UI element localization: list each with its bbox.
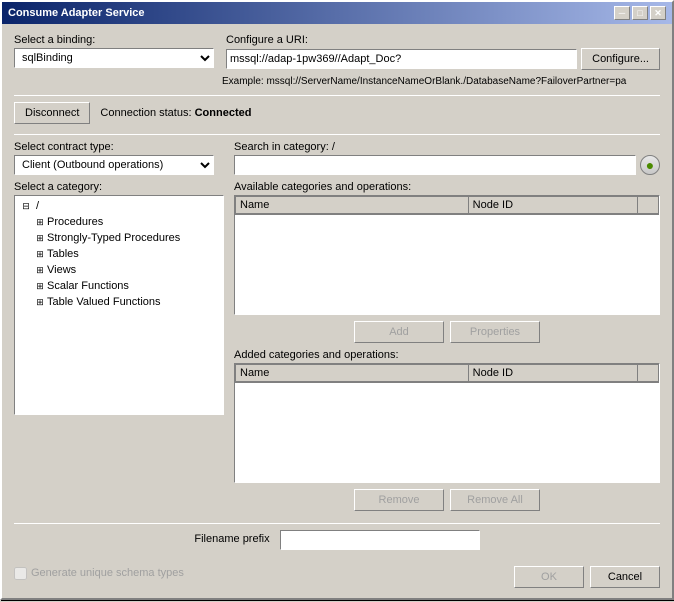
separator-3 <box>14 523 660 524</box>
tree-item-procedures[interactable]: ⊞ Procedures <box>17 214 221 230</box>
tree-root[interactable]: ⊟ / <box>17 198 221 214</box>
generate-checkbox-row: Generate unique schema types <box>14 567 184 580</box>
main-window: Consume Adapter Service ─ □ ✕ Select a b… <box>0 0 674 600</box>
category-label: Select a category: <box>14 181 224 193</box>
remove-row: Remove Remove All <box>234 489 660 511</box>
binding-label: Select a binding: <box>14 34 214 46</box>
ok-button[interactable]: OK <box>514 566 584 588</box>
disconnect-button[interactable]: Disconnect <box>14 102 90 124</box>
binding-select[interactable]: sqlBinding <box>14 48 214 68</box>
tree-item-label-table-valued: Table Valued Functions <box>47 296 161 308</box>
table-valued-expand-icon: ⊞ <box>33 295 47 309</box>
filename-input[interactable] <box>280 530 480 550</box>
strongly-typed-expand-icon: ⊞ <box>33 231 47 245</box>
search-label: Search in category: / <box>234 141 660 153</box>
tree-item-table-valued[interactable]: ⊞ Table Valued Functions <box>17 294 221 310</box>
maximize-button[interactable]: □ <box>632 6 648 20</box>
tree-item-label-tables: Tables <box>47 248 79 260</box>
connection-status-value: Connected <box>195 107 252 119</box>
available-col-name: Name <box>236 197 469 215</box>
add-button[interactable]: Add <box>354 321 444 343</box>
tree-item-scalar-functions[interactable]: ⊞ Scalar Functions <box>17 278 221 294</box>
remove-all-button[interactable]: Remove All <box>450 489 540 511</box>
tree-item-views[interactable]: ⊞ Views <box>17 262 221 278</box>
uri-label: Configure a URI: <box>226 34 660 46</box>
generate-checkbox[interactable] <box>14 567 27 580</box>
tree-item-strongly-typed[interactable]: ⊞ Strongly-Typed Procedures <box>17 230 221 246</box>
separator-1 <box>14 95 660 96</box>
tree-item-label-views: Views <box>47 264 76 276</box>
available-col-extra <box>637 197 658 215</box>
window-controls: ─ □ ✕ <box>614 6 666 20</box>
generate-label: Generate unique schema types <box>31 567 184 579</box>
uri-example: Example: mssql://ServerName/InstanceName… <box>222 76 660 87</box>
available-table: Name Node ID <box>235 196 659 215</box>
filename-label: Filename prefix <box>194 533 269 545</box>
connection-status-label: Connection status: Connected <box>100 107 251 119</box>
window-title: Consume Adapter Service <box>8 7 145 19</box>
contract-label: Select contract type: <box>14 141 224 153</box>
search-button[interactable]: ● <box>640 155 660 175</box>
close-button[interactable]: ✕ <box>650 6 666 20</box>
available-col-nodeid: Node ID <box>468 197 637 215</box>
uri-input[interactable]: mssql://adap-1pw369//Adapt_Doc? <box>226 49 577 69</box>
available-label: Available categories and operations: <box>234 181 660 193</box>
tables-expand-icon: ⊞ <box>33 247 47 261</box>
tree-item-label-scalar: Scalar Functions <box>47 280 129 292</box>
separator-2 <box>14 134 660 135</box>
minimize-button[interactable]: ─ <box>614 6 630 20</box>
category-tree[interactable]: ⊟ / ⊞ Procedures ⊞ Strongly-Typed Proced… <box>14 195 224 415</box>
root-expand-icon: ⊟ <box>19 199 33 213</box>
cancel-button[interactable]: Cancel <box>590 566 660 588</box>
filename-row: Filename prefix <box>14 530 660 550</box>
available-table-container: Name Node ID <box>234 195 660 315</box>
added-table-container: Name Node ID <box>234 363 660 483</box>
added-label: Added categories and operations: <box>234 349 660 361</box>
search-input[interactable] <box>234 155 636 175</box>
title-bar: Consume Adapter Service ─ □ ✕ <box>2 2 672 24</box>
final-buttons: OK Cancel <box>514 566 660 588</box>
remove-button[interactable]: Remove <box>354 489 444 511</box>
procedures-expand-icon: ⊞ <box>33 215 47 229</box>
views-expand-icon: ⊞ <box>33 263 47 277</box>
added-col-name: Name <box>236 365 469 383</box>
tree-item-label-strongly-typed: Strongly-Typed Procedures <box>47 232 180 244</box>
tree-item-label-procedures: Procedures <box>47 216 103 228</box>
contract-select[interactable]: Client (Outbound operations)Service (Inb… <box>14 155 214 175</box>
add-properties-row: Add Properties <box>234 321 660 343</box>
configure-button[interactable]: Configure... <box>581 48 660 70</box>
tree-root-label: / <box>33 200 39 212</box>
added-col-extra <box>637 365 658 383</box>
scalar-expand-icon: ⊞ <box>33 279 47 293</box>
tree-item-tables[interactable]: ⊞ Tables <box>17 246 221 262</box>
added-table: Name Node ID <box>235 364 659 383</box>
added-col-nodeid: Node ID <box>468 365 637 383</box>
properties-button[interactable]: Properties <box>450 321 540 343</box>
